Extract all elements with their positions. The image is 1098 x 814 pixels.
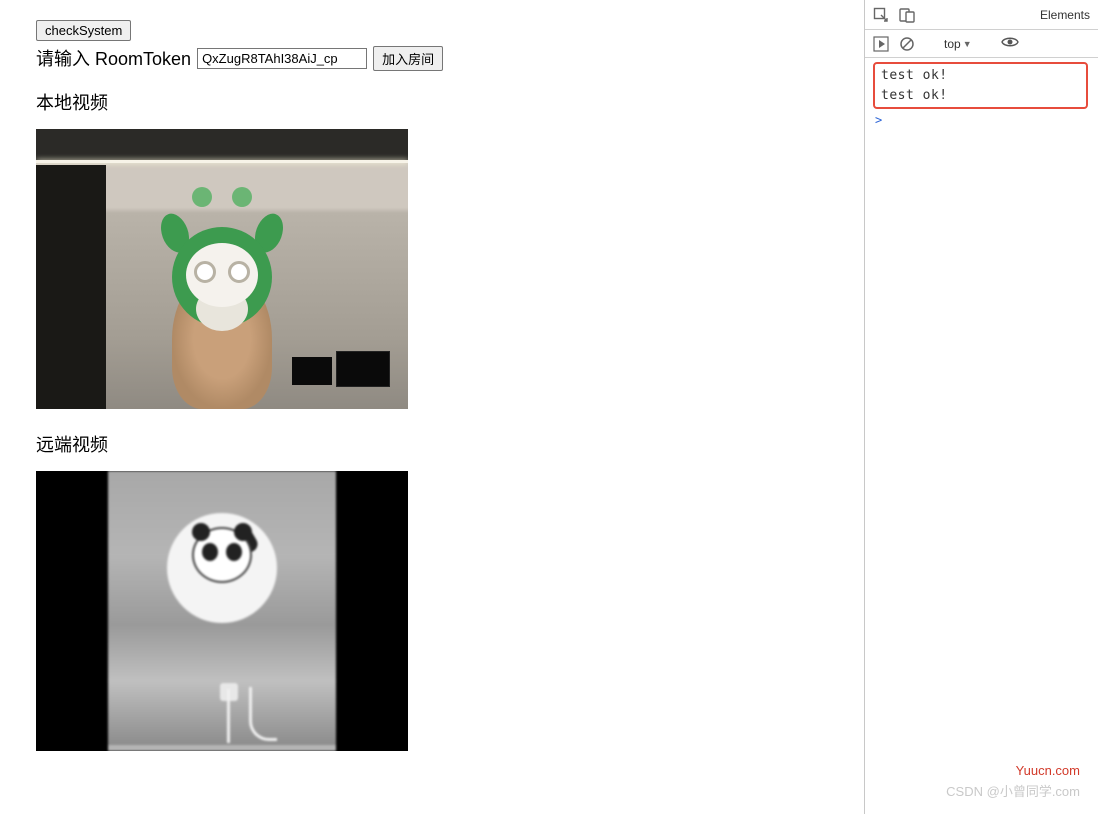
- page-main: checkSystem 请输入 RoomToken 加入房间 本地视频: [0, 0, 864, 814]
- devtools-panel: Elements top ▼ test ok! test ok!: [864, 0, 1098, 814]
- context-selector-label: top: [944, 37, 961, 51]
- console-highlight: test ok! test ok!: [873, 62, 1088, 109]
- remote-video-player[interactable]: [36, 471, 408, 751]
- console-log-line: test ok!: [881, 86, 1080, 106]
- local-video-player[interactable]: [36, 129, 408, 409]
- console-output[interactable]: test ok! test ok! >: [865, 58, 1098, 814]
- room-token-label: 请输入 RoomToken: [36, 45, 191, 71]
- dropdown-triangle-icon: ▼: [963, 39, 972, 49]
- watermark-site: Yuucn.com: [1016, 763, 1080, 778]
- play-icon[interactable]: [873, 36, 889, 52]
- devtools-tabbar: Elements: [865, 0, 1098, 30]
- eye-icon[interactable]: [1001, 33, 1019, 54]
- console-toolbar: top ▼: [865, 30, 1098, 58]
- join-room-button[interactable]: 加入房间: [373, 46, 443, 71]
- watermark-author: CSDN @小曾同学.com: [946, 781, 1080, 800]
- tab-elements[interactable]: Elements: [1040, 8, 1090, 22]
- local-video-frame: [36, 129, 408, 409]
- room-token-input[interactable]: [197, 48, 367, 69]
- console-log-line: test ok!: [881, 66, 1080, 86]
- clear-icon[interactable]: [899, 36, 915, 52]
- console-prompt[interactable]: >: [865, 111, 1098, 129]
- remote-video-heading: 远端视频: [36, 431, 828, 457]
- remote-video-frame: [108, 471, 336, 751]
- local-video-heading: 本地视频: [36, 89, 828, 115]
- inspect-icon[interactable]: [873, 7, 889, 23]
- device-toggle-icon[interactable]: [899, 7, 915, 23]
- check-system-button[interactable]: checkSystem: [36, 20, 131, 41]
- context-selector[interactable]: top ▼: [944, 37, 972, 51]
